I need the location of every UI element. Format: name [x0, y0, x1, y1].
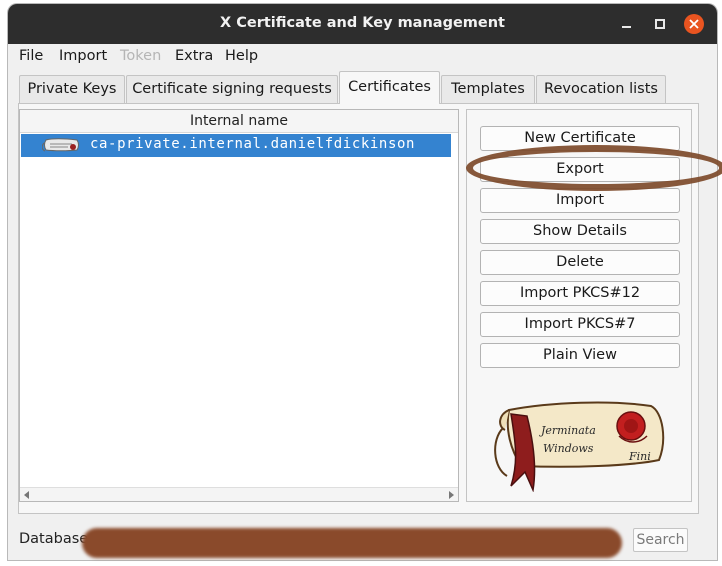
export-button[interactable]: Export [480, 157, 680, 182]
tab-certificate-signing-requests[interactable]: Certificate signing requests [126, 75, 338, 103]
tab-templates[interactable]: Templates [441, 75, 535, 103]
certificate-tree[interactable]: Internal name ca-private.internal.daniel… [19, 109, 459, 502]
menu-bar: File Import Token Extra Help [8, 44, 717, 70]
logo-text-line2: Windows [543, 442, 594, 455]
window-title: X Certificate and Key management [220, 15, 505, 31]
menu-help[interactable]: Help [225, 48, 258, 64]
scrollbar-track[interactable] [34, 491, 444, 498]
tab-certificates[interactable]: Certificates [339, 71, 440, 104]
horizontal-scrollbar[interactable] [20, 487, 458, 501]
show-details-button[interactable]: Show Details [480, 219, 680, 244]
search-button[interactable]: Search [633, 528, 688, 552]
title-bar[interactable]: X Certificate and Key management [8, 4, 717, 44]
menu-token: Token [120, 48, 162, 64]
database-path-redacted [82, 528, 622, 558]
delete-button[interactable]: Delete [480, 250, 680, 275]
xca-logo: Jerminata Windows Fini [494, 401, 665, 492]
tree-row[interactable]: ca-private.internal.danielfdickinson [21, 134, 451, 157]
certificate-name: ca-private.internal.danielfdickinson [90, 136, 416, 152]
menu-file[interactable]: File [19, 48, 43, 64]
maximize-icon[interactable] [650, 14, 670, 34]
import-pkcs12-button[interactable]: Import PKCS#12 [480, 281, 680, 306]
column-header-internal-name[interactable]: Internal name [20, 110, 458, 133]
scroll-left-icon[interactable] [24, 491, 29, 499]
logo-text-line3: Fini [628, 450, 651, 463]
import-button[interactable]: Import [480, 188, 680, 213]
minimize-icon[interactable] [616, 14, 636, 34]
tab-private-keys[interactable]: Private Keys [19, 75, 125, 103]
menu-extra[interactable]: Extra [175, 48, 213, 64]
import-pkcs7-button[interactable]: Import PKCS#7 [480, 312, 680, 337]
tab-revocation-lists[interactable]: Revocation lists [536, 75, 666, 103]
menu-import[interactable]: Import [59, 48, 107, 64]
certificate-icon [42, 138, 79, 152]
scroll-right-icon[interactable] [449, 491, 454, 499]
plain-view-button[interactable]: Plain View [480, 343, 680, 368]
new-certificate-button[interactable]: New Certificate [480, 126, 680, 151]
close-icon[interactable] [684, 14, 704, 34]
logo-text-line1: Jerminata [539, 424, 596, 437]
